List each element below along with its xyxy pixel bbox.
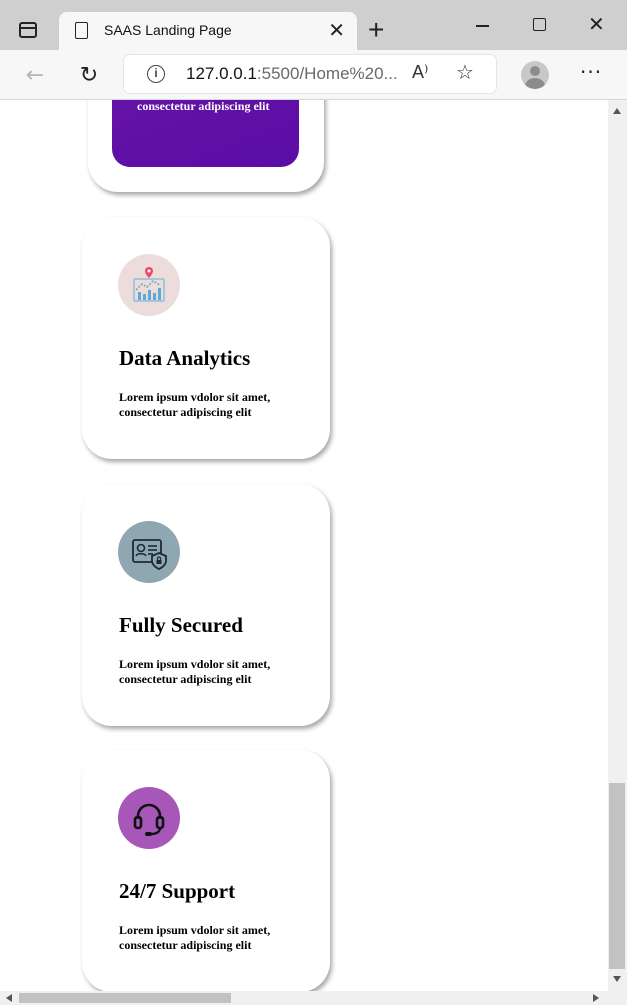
url-host: 127.0.0.1: [186, 64, 257, 83]
title-bar: SAAS Landing Page ✕ + ✕: [0, 0, 627, 50]
plus-icon[interactable]: +: [368, 16, 384, 44]
scroll-right-arrow[interactable]: [593, 994, 599, 1002]
minimize-button[interactable]: [476, 25, 489, 27]
reload-icon[interactable]: ↻: [76, 62, 102, 88]
vertical-scrollbar[interactable]: [608, 100, 627, 991]
scroll-up-arrow[interactable]: [613, 108, 621, 114]
info-icon[interactable]: i: [147, 65, 165, 83]
card-title: 24/7 Support: [119, 879, 236, 903]
back-arrow-icon[interactable]: ←: [22, 62, 48, 88]
page-viewport: consectetur adipiscing elit Data Analyti…: [0, 100, 608, 991]
more-icon[interactable]: ···: [580, 60, 602, 84]
card-text: Lorem ipsum vdolor sit amet, consectetur…: [119, 923, 271, 952]
read-aloud-icon[interactable]: A⁾: [412, 62, 428, 83]
card-text: consectetur adipiscing elit: [137, 100, 270, 113]
feature-card-fully-secured: Fully Secured Lorem ipsum vdolor sit ame…: [82, 484, 330, 726]
profile-avatar[interactable]: [521, 61, 549, 89]
url-path: :5500/Home%20...: [256, 64, 398, 83]
card-title: Data Analytics: [119, 346, 251, 370]
browser-toolbar: ← ↻ i 127.0.0.1:5500/Home%20... A⁾ ☆ ···: [0, 50, 627, 100]
add-favorite-icon[interactable]: ☆: [456, 60, 474, 84]
scroll-thumb[interactable]: [19, 993, 231, 1003]
card-text: Lorem ipsum vdolor sit amet, consectetur…: [119, 390, 271, 419]
active-tab[interactable]: SAAS Landing Page ✕: [59, 12, 357, 50]
address-bar[interactable]: i 127.0.0.1:5500/Home%20... A⁾ ☆: [124, 55, 496, 93]
data-analytics-icon: [118, 254, 180, 316]
secure-document-icon: [118, 521, 180, 583]
highlight-card-fill: consectetur adipiscing elit: [112, 100, 299, 167]
headset-icon: [118, 787, 180, 849]
close-icon[interactable]: ✕: [328, 18, 345, 44]
card-title: Fully Secured: [119, 613, 243, 637]
tab-title: SAAS Landing Page: [104, 22, 232, 38]
horizontal-scrollbar[interactable]: [0, 991, 627, 1005]
document-icon: [75, 22, 88, 39]
scroll-down-arrow[interactable]: [613, 976, 621, 982]
maximize-button[interactable]: [533, 18, 546, 31]
url-text[interactable]: 127.0.0.1:5500/Home%20...: [186, 64, 398, 84]
scroll-thumb[interactable]: [609, 783, 625, 969]
feature-card-partial: consectetur adipiscing elit: [88, 100, 324, 192]
feature-card-data-analytics: Data Analytics Lorem ipsum vdolor sit am…: [82, 217, 330, 459]
window-close-button[interactable]: ✕: [588, 12, 605, 38]
feature-card-support: 24/7 Support Lorem ipsum vdolor sit amet…: [82, 750, 330, 991]
tab-actions-icon[interactable]: [19, 22, 37, 38]
card-text: Lorem ipsum vdolor sit amet, consectetur…: [119, 657, 271, 686]
scroll-left-arrow[interactable]: [6, 994, 12, 1002]
